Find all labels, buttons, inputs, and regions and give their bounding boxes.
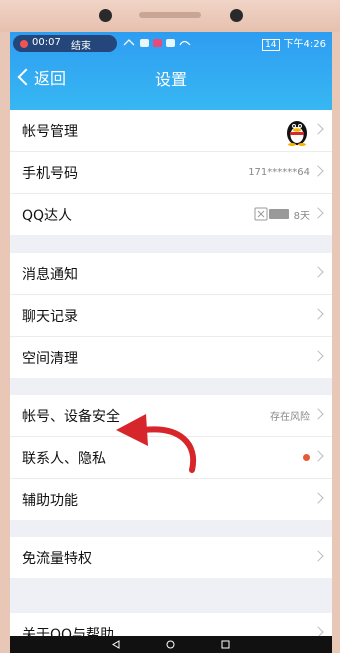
chevron-right-icon bbox=[312, 165, 324, 177]
nav-home-icon[interactable] bbox=[166, 640, 175, 649]
system-nav-bar bbox=[10, 636, 332, 653]
status-bar: 00:07 结束 14 下午4:26 bbox=[10, 32, 332, 54]
call-end-label[interactable]: 结束 bbox=[71, 37, 91, 52]
front-sensor-icon bbox=[230, 9, 243, 22]
page-title: 设置 bbox=[154, 70, 187, 89]
phone-bezel-top bbox=[0, 0, 340, 32]
call-time: 00:07 bbox=[32, 37, 61, 48]
nav-recents-icon[interactable] bbox=[221, 640, 230, 649]
earpiece-speaker bbox=[139, 12, 201, 18]
chevron-right-icon bbox=[312, 450, 324, 462]
daren-badge-icon bbox=[254, 207, 289, 221]
chevron-right-icon bbox=[312, 408, 324, 420]
phone-number-value: 171******64 bbox=[248, 167, 310, 178]
row-accessibility[interactable]: 辅助功能 bbox=[10, 479, 332, 520]
row-phone-number[interactable]: 手机号码 171******64 bbox=[10, 152, 332, 194]
chevron-right-icon bbox=[312, 207, 324, 219]
row-label: 免流量特权 bbox=[22, 550, 92, 567]
settings-group-data-free: 免流量特权 bbox=[10, 537, 332, 578]
row-notifications[interactable]: 消息通知 bbox=[10, 253, 332, 295]
chevron-right-icon bbox=[312, 550, 324, 562]
security-risk-status: 存在风险 bbox=[270, 412, 310, 423]
settings-group-account: 帐号管理 手机号码 171******64 QQ达人 8天 bbox=[10, 110, 332, 235]
nav-back-icon[interactable] bbox=[112, 640, 121, 649]
row-label: 聊天记录 bbox=[22, 308, 78, 325]
daren-days: 8天 bbox=[293, 210, 310, 222]
chevron-right-icon bbox=[312, 266, 324, 278]
daren-status: 8天 bbox=[254, 206, 310, 222]
row-label: 联系人、隐私 bbox=[22, 450, 106, 467]
chevron-right-icon bbox=[312, 350, 324, 362]
row-label: 手机号码 bbox=[22, 165, 78, 182]
row-storage-cleanup[interactable]: 空间清理 bbox=[10, 337, 332, 378]
front-camera-icon bbox=[99, 9, 112, 22]
phone-screen: 00:07 结束 14 下午4:26 返回 设置 帐号管理 手机号码 171**… bbox=[10, 32, 332, 653]
chevron-right-icon bbox=[312, 308, 324, 320]
battery-icon: 14 bbox=[262, 39, 280, 51]
row-label: 空间清理 bbox=[22, 350, 78, 367]
row-chat-history[interactable]: 聊天记录 bbox=[10, 295, 332, 337]
clock: 下午4:26 bbox=[283, 39, 326, 50]
red-pointer-arrow-icon bbox=[116, 414, 197, 473]
row-data-free-privilege[interactable]: 免流量特权 bbox=[10, 537, 332, 578]
call-indicator-pill[interactable]: 00:07 结束 bbox=[13, 35, 117, 52]
red-dot-badge bbox=[303, 454, 310, 461]
row-label: 帐号、设备安全 bbox=[22, 408, 120, 425]
chevron-right-icon bbox=[312, 123, 324, 135]
row-qq-daren[interactable]: QQ达人 8天 bbox=[10, 194, 332, 235]
chevron-right-icon bbox=[312, 492, 324, 504]
status-right: 14 下午4:26 bbox=[262, 35, 326, 51]
row-label: 帐号管理 bbox=[22, 123, 78, 140]
qq-penguin-avatar-icon bbox=[287, 121, 307, 146]
notification-icons bbox=[123, 39, 191, 47]
app-header: 00:07 结束 14 下午4:26 返回 设置 bbox=[10, 32, 332, 116]
recording-dot-icon bbox=[20, 40, 28, 48]
row-account-management[interactable]: 帐号管理 bbox=[10, 110, 332, 152]
row-label: 辅助功能 bbox=[22, 492, 78, 509]
row-label: QQ达人 bbox=[22, 207, 73, 224]
settings-group-messages: 消息通知 聊天记录 空间清理 bbox=[10, 253, 332, 378]
row-label: 消息通知 bbox=[22, 266, 78, 283]
